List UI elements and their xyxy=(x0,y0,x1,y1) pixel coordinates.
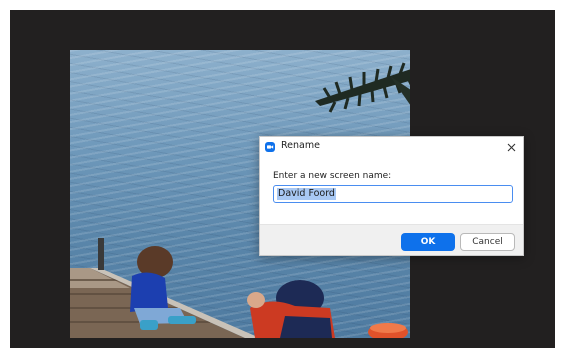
cancel-button[interactable]: Cancel xyxy=(460,233,515,251)
dialog-titlebar: Rename xyxy=(260,137,523,157)
rename-dialog: Rename Enter a new screen name: David Fo… xyxy=(259,136,524,256)
screen-name-input[interactable]: David Foord xyxy=(273,185,513,203)
close-button[interactable] xyxy=(503,139,519,155)
zoom-camera-icon xyxy=(265,142,275,152)
rename-prompt-label: Enter a new screen name: xyxy=(273,171,392,181)
ok-button[interactable]: OK xyxy=(401,233,455,251)
tree-branch-graphic xyxy=(315,62,410,113)
screen-name-value: David Foord xyxy=(277,188,336,200)
close-icon xyxy=(507,143,515,151)
dialog-title: Rename xyxy=(281,140,320,151)
